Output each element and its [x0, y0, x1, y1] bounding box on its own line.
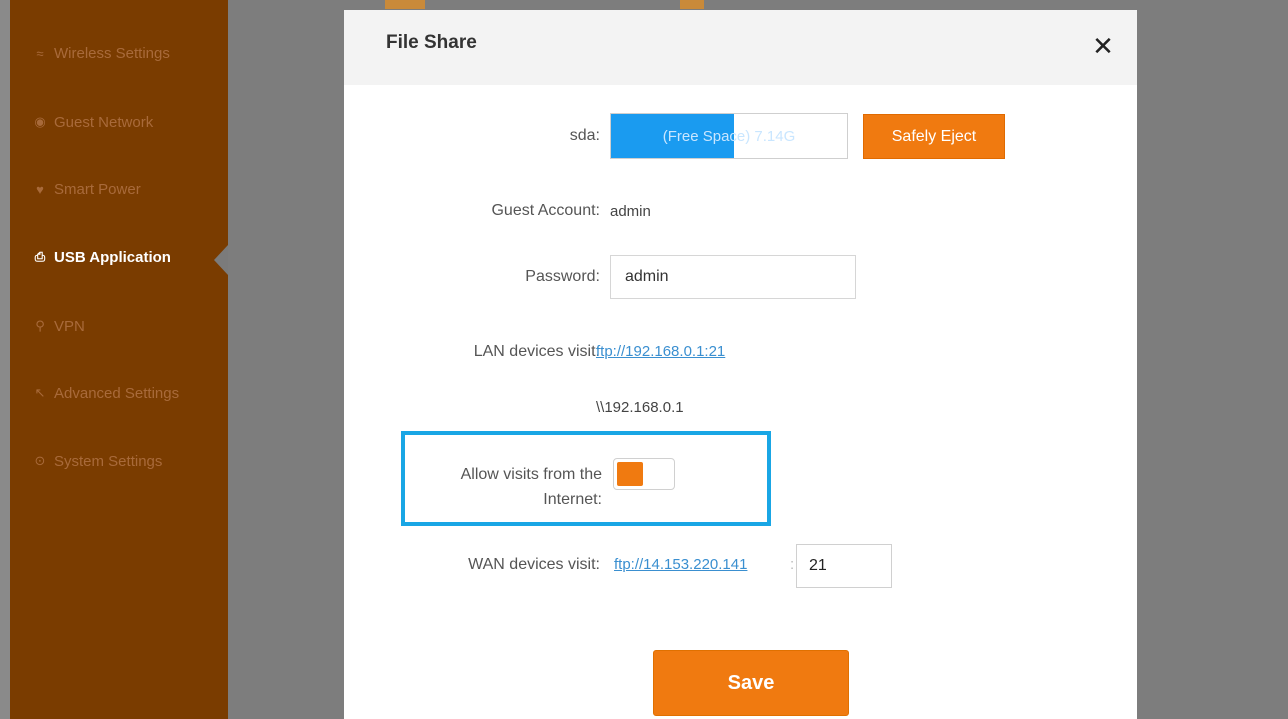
wan-ftp-link[interactable]: ftp://14.153.220.141: [614, 556, 747, 573]
bulb-icon: ♥: [36, 181, 44, 197]
storage-label: sda:: [569, 127, 600, 144]
guest-account-value: admin: [610, 203, 651, 220]
allow-internet-label: Allow visits from the Internet:: [460, 466, 602, 508]
sidebar-item-usb-application[interactable]: ⎙ USB Application: [32, 242, 171, 272]
sidebar-item-vpn[interactable]: ⚲ VPN: [32, 311, 85, 341]
sidebar-item-guest-network[interactable]: ◉ Guest Network: [32, 107, 153, 137]
usb-icon: ⎙: [34, 249, 46, 264]
guest-icon: ◉: [34, 114, 46, 129]
gear-icon: ⊙: [34, 453, 46, 468]
wan-port-field[interactable]: 21: [796, 544, 892, 588]
storage-free-space-text: (Free Space) 7.14G: [662, 127, 796, 145]
save-button[interactable]: Save: [653, 650, 849, 716]
vpn-icon: ⚲: [35, 318, 45, 333]
allow-internet-toggle[interactable]: [613, 458, 675, 490]
sidebar-item-smart-power[interactable]: ♥ Smart Power: [32, 174, 141, 204]
lan-devices-label: LAN devices visit:: [473, 343, 600, 360]
toggle-knob-on: [617, 462, 643, 486]
password-field[interactable]: admin: [610, 255, 856, 299]
dialog-title: File Share: [386, 32, 477, 53]
sidebar: ≈ Wireless Settings ◉ Guest Network ♥ Sm…: [10, 0, 228, 719]
sidebar-item-label: Advanced Settings: [54, 384, 180, 402]
safely-eject-button[interactable]: Safely Eject: [863, 114, 1005, 159]
storage-usage-bar: (Free Space) 7.14G: [610, 113, 848, 159]
sidebar-item-system-settings[interactable]: ⊙ System Settings: [32, 446, 163, 476]
wifi-icon: ≈: [36, 45, 44, 61]
sidebar-item-label: VPN: [54, 317, 85, 335]
lan-smb-path: \\192.168.0.1: [596, 399, 684, 416]
sidebar-item-advanced-settings[interactable]: ↖ Advanced Settings: [32, 378, 180, 408]
dialog-header: File Share ✕: [344, 10, 1137, 85]
sidebar-item-wireless-settings[interactable]: ≈ Wireless Settings: [32, 38, 170, 68]
wrench-icon: ↖: [34, 385, 46, 400]
guest-account-label: Guest Account:: [491, 202, 600, 219]
sidebar-item-label: USB Application: [54, 248, 171, 266]
background-orange-peek: [680, 0, 704, 9]
close-icon[interactable]: ✕: [1091, 33, 1115, 59]
file-share-dialog: File Share ✕ sda: (Free Space) 7.14G Saf…: [344, 10, 1137, 719]
sidebar-item-label: Wireless Settings: [54, 44, 170, 62]
sidebar-item-label: Smart Power: [54, 180, 141, 198]
wan-devices-label: WAN devices visit:: [468, 556, 600, 573]
sidebar-item-label: System Settings: [54, 452, 163, 470]
background-orange-peek: [385, 0, 425, 9]
sidebar-item-label: Guest Network: [54, 113, 154, 131]
active-nav-pointer: [214, 245, 228, 275]
lan-ftp-link[interactable]: ftp://192.168.0.1:21: [596, 343, 725, 360]
left-edge: [0, 0, 10, 719]
port-separator: :: [790, 556, 795, 573]
password-label: Password:: [525, 268, 600, 285]
